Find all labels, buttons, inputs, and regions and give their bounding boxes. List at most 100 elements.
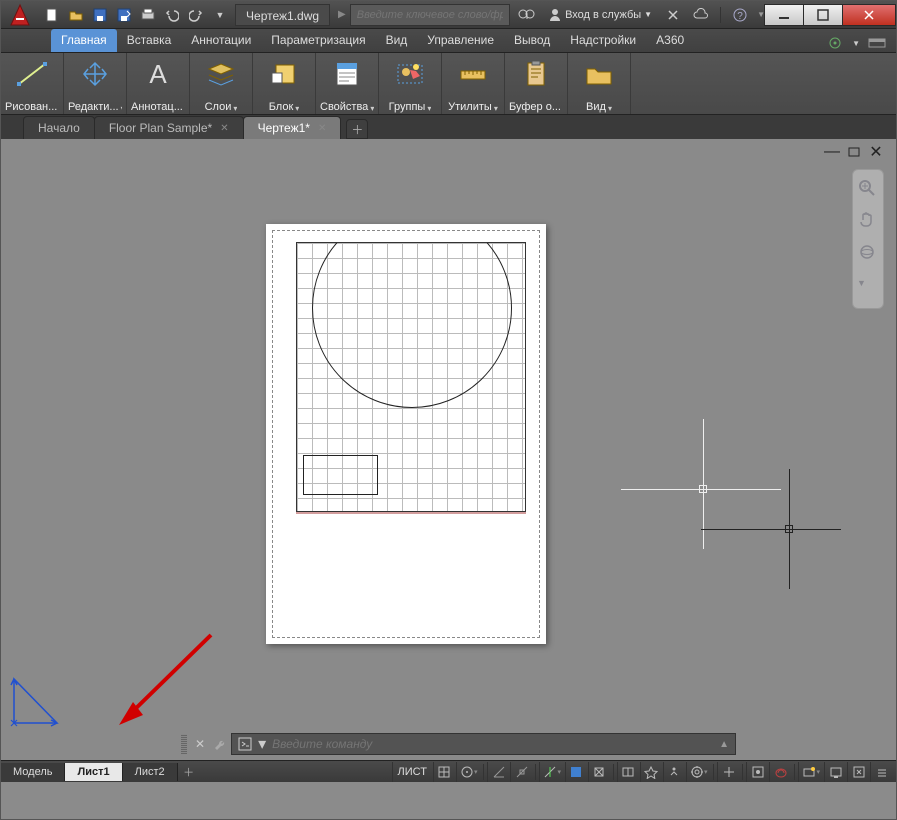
help-icon[interactable]: ? [729,4,751,26]
doc-tab-floorplan[interactable]: Floor Plan Sample*✕ [94,116,244,139]
measure-icon [446,55,500,93]
status-hardware-icon[interactable] [824,762,846,782]
panel-groups-label: Группы [389,101,426,113]
command-prompt-icon [238,737,252,751]
ribbon-tab-annotate[interactable]: Аннотации [181,29,261,52]
window-maximize-icon[interactable] [803,4,843,26]
status-quickprops-icon[interactable] [746,762,768,782]
status-snap-icon[interactable]: ▾ [456,762,481,782]
app-logo[interactable] [5,1,35,29]
status-units-icon[interactable] [717,762,739,782]
viewport-minimize-icon[interactable]: — [824,145,840,159]
qat-redo-icon[interactable] [185,4,207,26]
command-line[interactable]: ✕ ▾ ▲ [181,732,736,756]
panel-layers[interactable]: Слои▾ [190,53,253,114]
ribbon-featured-icon[interactable] [826,34,844,52]
qat-undo-icon[interactable] [161,4,183,26]
ribbon-tab-output[interactable]: Вывод [504,29,560,52]
infocenter-icon[interactable] [516,4,538,26]
document-tab-row: Начало Floor Plan Sample*✕ Чертеж1*✕ ＋ [1,115,896,139]
exchange-icon[interactable] [662,4,684,26]
status-autoscale-icon[interactable] [663,762,685,782]
ribbon-tab-home[interactable]: Главная [51,29,117,52]
panel-utilities-label: Утилиты [448,101,492,113]
status-osnap-icon[interactable]: ▾ [539,762,564,782]
status-workspace-icon[interactable]: ▾ [686,762,711,782]
drawing-guide-line [296,512,526,514]
layout-tab-add[interactable]: ＋ [178,764,200,780]
ribbon-body: Рисован...▾ Редакти...▾ A Аннотац...▾ Сл… [1,53,896,115]
keyword-search-input[interactable] [357,9,503,21]
navigation-bar[interactable]: ▼ [852,169,884,309]
sign-in-dropdown[interactable]: Вход в службы ▼ [544,8,656,22]
keyword-search[interactable] [350,4,510,26]
view-folder-icon [572,55,626,93]
panel-utilities[interactable]: Утилиты▾ [442,53,505,114]
panel-properties[interactable]: Свойства▾ [316,53,379,114]
window-close-icon[interactable] [842,4,896,26]
qat-open-icon[interactable] [65,4,87,26]
panel-clipboard-label: Буфер о... [509,101,561,113]
drawing-canvas[interactable]: — ✕ ▼ [1,139,896,760]
block-icon [257,55,311,93]
ribbon-tab-addins[interactable]: Надстройки [560,29,646,52]
status-space-toggle[interactable]: ЛИСТ [392,762,432,782]
panel-modify[interactable]: Редакти...▾ [64,53,127,114]
zoom-icon[interactable] [857,178,879,200]
orbit-icon[interactable] [857,242,879,264]
status-otrack-icon[interactable] [510,762,532,782]
nav-expand-icon[interactable]: ▼ [857,278,879,300]
status-grid-icon[interactable] [433,762,455,782]
qat-saveas-icon[interactable] [113,4,135,26]
ribbon-tab-a360[interactable]: A360 [646,29,694,52]
panel-view[interactable]: Вид▾ [568,53,631,114]
command-history-icon[interactable]: ▲ [719,739,729,750]
window-minimize-icon[interactable] [764,4,804,26]
a360-icon[interactable] [690,4,712,26]
command-close-icon[interactable]: ✕ [191,737,209,751]
viewport-close-icon[interactable]: ✕ [868,145,884,159]
clipboard-icon [509,55,563,93]
ribbon-tab-row: Главная Вставка Аннотации Параметризация… [1,29,896,53]
panel-annotation[interactable]: A Аннотац...▾ [127,53,190,114]
panel-draw[interactable]: Рисован...▾ [1,53,64,114]
status-annovisibility-icon[interactable] [640,762,662,782]
ribbon-tab-insert[interactable]: Вставка [117,29,182,52]
layout-tab-sheet1[interactable]: Лист1 [65,763,122,781]
status-customize-icon[interactable] [870,762,892,782]
doc-tab-drawing1[interactable]: Чертеж1*✕ [243,116,342,139]
panel-block-label: Блок [269,101,294,113]
status-isolate-icon[interactable]: ▾ [798,762,823,782]
layout-viewport[interactable] [296,242,526,512]
command-input[interactable] [272,737,713,751]
panel-clipboard[interactable]: Буфер о...▾ [505,53,568,114]
qat-save-icon[interactable] [89,4,111,26]
ribbon-tab-view[interactable]: Вид [376,29,418,52]
command-grip-icon[interactable] [181,734,187,754]
panel-modify-label: Редакти... [68,101,119,113]
ribbon-tab-parametric[interactable]: Параметризация [261,29,375,52]
status-lineweight-icon[interactable] [565,762,587,782]
qat-dropdown-icon[interactable]: ▼ [209,4,231,26]
qat-plot-icon[interactable] [137,4,159,26]
layout-tab-model[interactable]: Модель [1,763,65,781]
ribbon-minimize-icon[interactable] [868,34,886,52]
status-cleanscreen-icon[interactable] [847,762,869,782]
layout-tab-sheet2[interactable]: Лист2 [123,763,178,781]
viewport-maximize-icon[interactable] [846,145,862,159]
status-annoscale-icon[interactable] [617,762,639,782]
doc-tab-add[interactable]: ＋ [346,119,368,139]
status-transparency-icon[interactable] [588,762,610,782]
close-icon[interactable]: ✕ [318,123,326,134]
command-customize-icon[interactable] [213,737,227,751]
doc-tab-start[interactable]: Начало [23,116,95,139]
panel-properties-label: Свойства [320,101,368,113]
qat-new-icon[interactable] [41,4,63,26]
panel-block[interactable]: Блок▾ [253,53,316,114]
close-icon[interactable]: ✕ [220,123,228,134]
ribbon-tab-manage[interactable]: Управление [417,29,504,52]
status-lockui-icon[interactable] [769,762,791,782]
pan-icon[interactable] [857,210,879,232]
panel-groups[interactable]: Группы▾ [379,53,442,114]
status-polar-icon[interactable] [487,762,509,782]
